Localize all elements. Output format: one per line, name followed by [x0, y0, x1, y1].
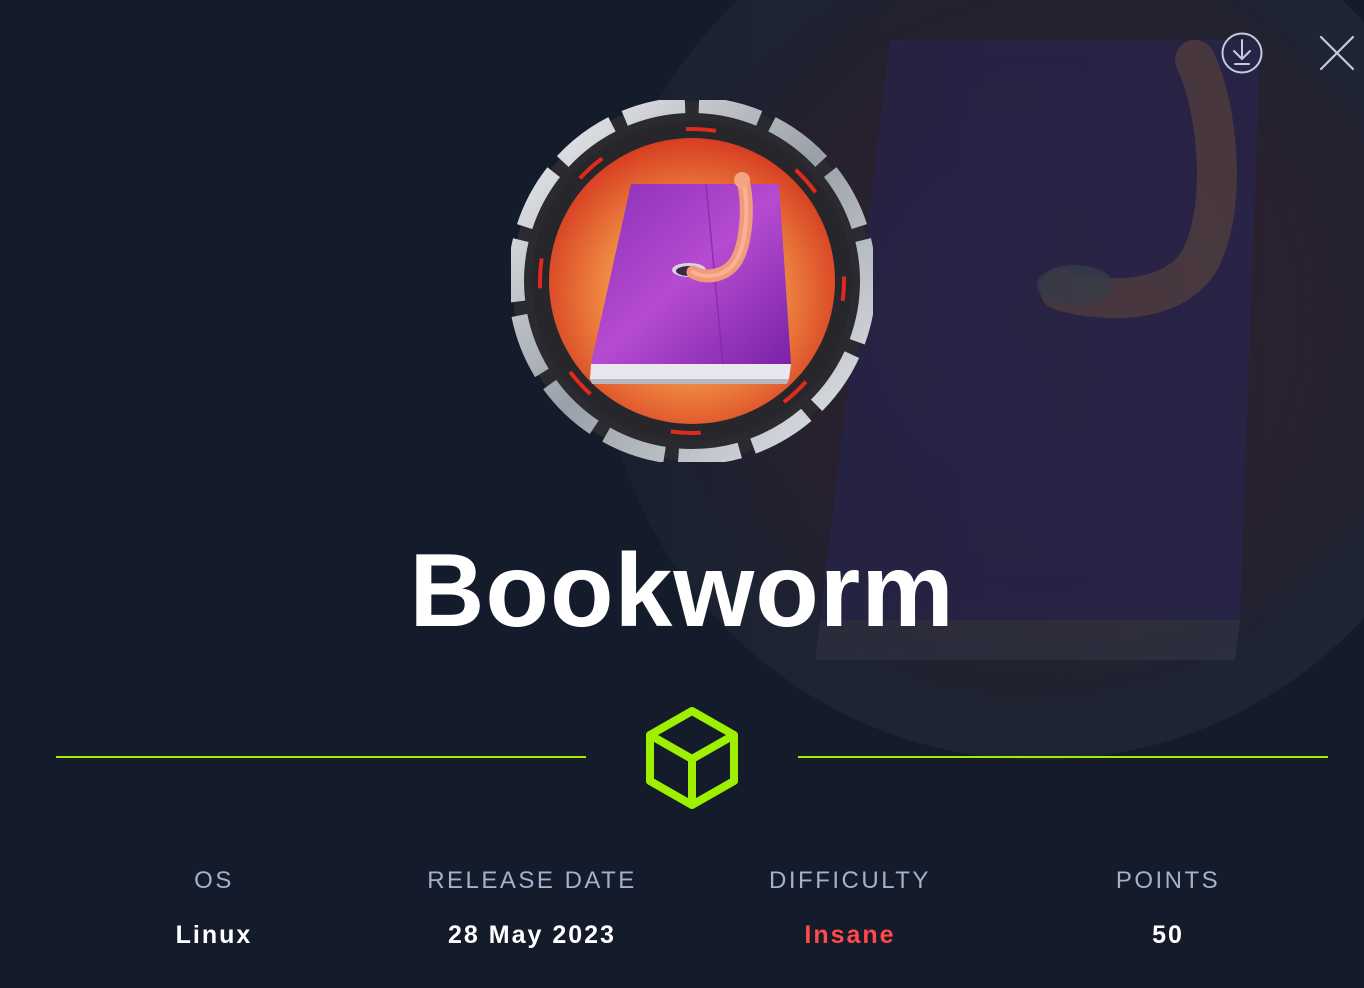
stat-os: OS Linux — [84, 866, 344, 950]
divider-left — [56, 756, 586, 758]
download-circle-icon — [1221, 32, 1263, 74]
stat-difficulty-value: Insane — [804, 921, 896, 949]
close-x-icon — [1319, 35, 1355, 71]
stat-release-date: RELEASE DATE 28 May 2023 — [402, 866, 662, 950]
stat-release-date-value: 28 May 2023 — [448, 921, 616, 949]
stat-points: POINTS 50 — [1038, 866, 1298, 950]
stat-points-label: POINTS — [1115, 867, 1221, 894]
stat-os-label: OS — [194, 867, 234, 894]
stat-difficulty-label: DIFFICULTY — [769, 867, 931, 894]
cube-icon — [646, 707, 738, 809]
divider-right — [798, 756, 1328, 758]
stat-difficulty: DIFFICULTY Insane — [720, 866, 980, 950]
machine-name: Bookworm — [409, 533, 955, 649]
stat-os-value: Linux — [175, 921, 253, 949]
close-button[interactable] — [1314, 30, 1360, 76]
machine-avatar — [511, 100, 873, 462]
download-button[interactable] — [1219, 30, 1265, 76]
stat-points-value: 50 — [1152, 921, 1184, 949]
stat-release-date-label: RELEASE DATE — [427, 867, 637, 894]
